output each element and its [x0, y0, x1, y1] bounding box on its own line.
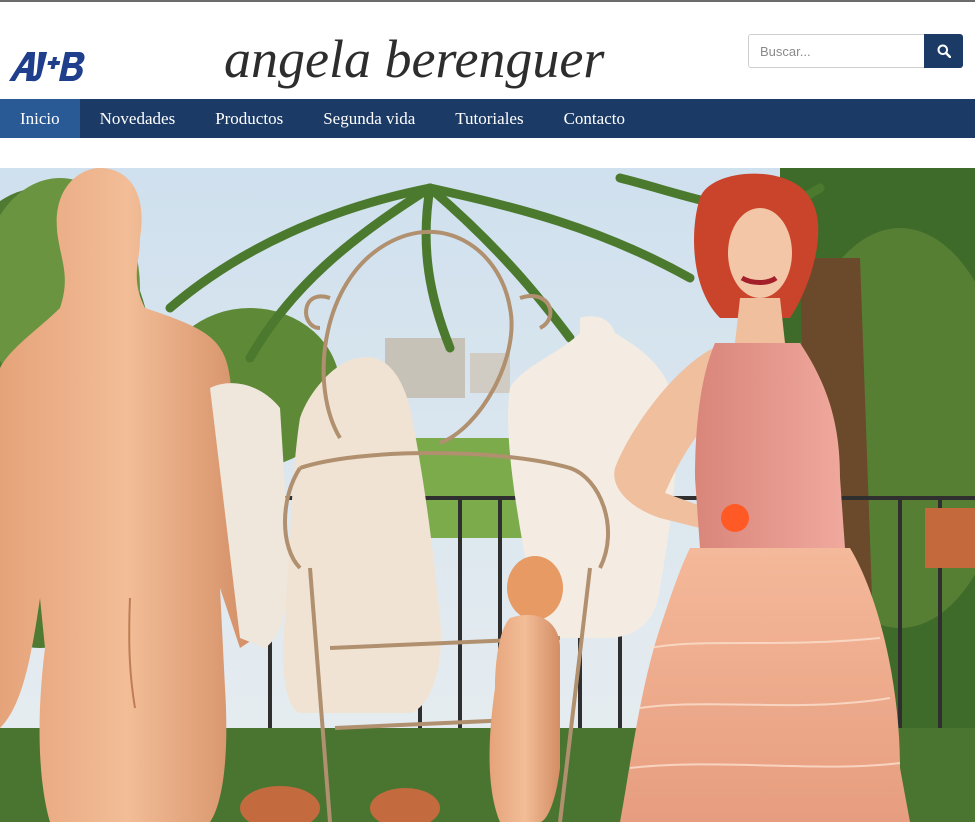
nav-item-productos[interactable]: Productos: [195, 99, 303, 138]
hero-image: [0, 168, 975, 822]
search-form: [748, 34, 963, 68]
search-button[interactable]: [924, 34, 963, 68]
nav-item-segunda-vida[interactable]: Segunda vida: [303, 99, 435, 138]
nav-item-novedades[interactable]: Novedades: [80, 99, 196, 138]
site-title[interactable]: angela berenguer: [224, 26, 604, 92]
main-nav: Inicio Novedades Productos Segunda vida …: [0, 99, 975, 138]
nav-item-inicio[interactable]: Inicio: [0, 99, 80, 138]
brand-logo[interactable]: [8, 48, 92, 84]
nav-item-tutoriales[interactable]: Tutoriales: [435, 99, 543, 138]
search-input[interactable]: [748, 34, 924, 68]
nav-item-contacto[interactable]: Contacto: [544, 99, 645, 138]
top-border: [0, 0, 975, 2]
search-icon: [937, 44, 951, 58]
